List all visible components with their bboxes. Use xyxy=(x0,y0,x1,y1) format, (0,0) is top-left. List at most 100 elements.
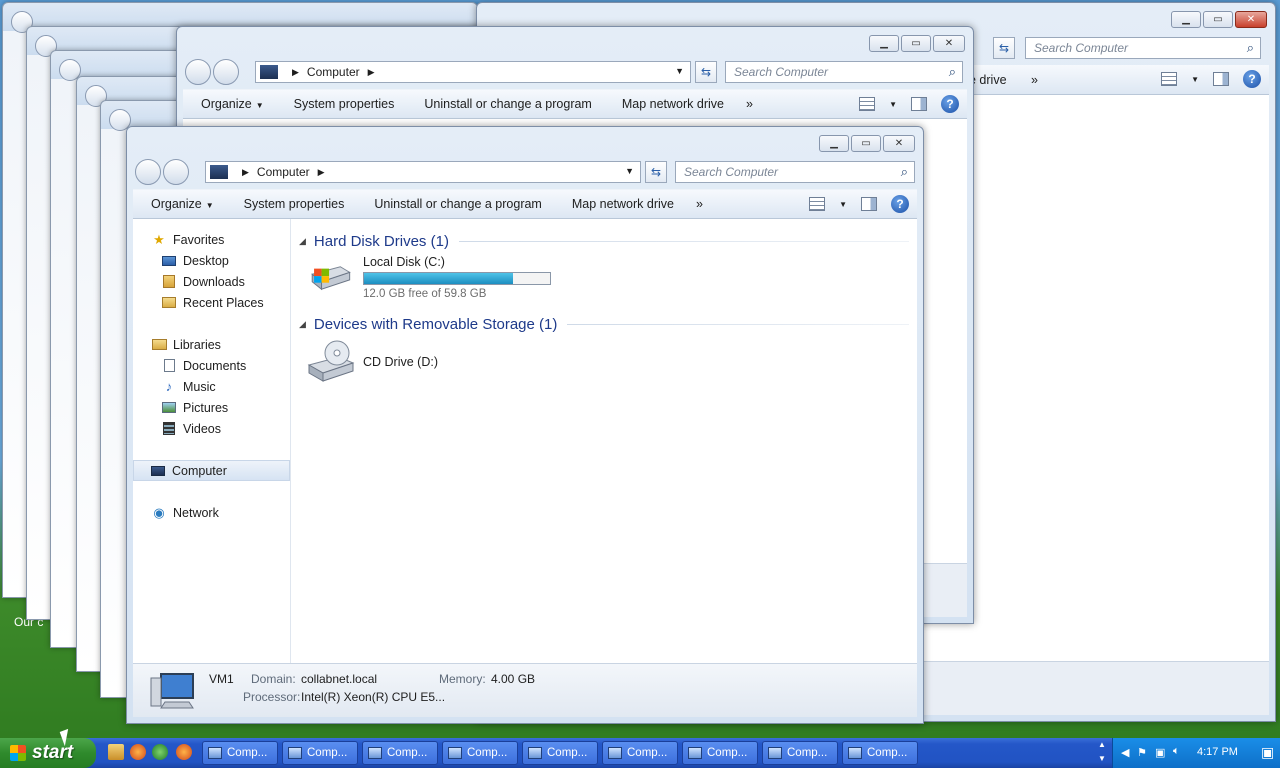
nav-item-documents[interactable]: Documents xyxy=(133,355,290,376)
collapse-icon[interactable]: ◢ xyxy=(299,236,306,247)
collapse-icon[interactable]: ◢ xyxy=(299,319,306,330)
task-button[interactable]: Comp... xyxy=(762,741,838,765)
close-button[interactable]: ✕ xyxy=(933,35,965,52)
preview-pane-icon[interactable] xyxy=(911,97,927,111)
help-icon[interactable]: ? xyxy=(1243,70,1261,88)
volume-icon[interactable]: 🔈︎ xyxy=(1173,745,1180,758)
view-options-icon[interactable] xyxy=(1161,72,1178,86)
task-button[interactable]: Comp... xyxy=(442,741,518,765)
nav-item-music[interactable]: ♪ Music xyxy=(133,376,290,397)
chevron-right-icon[interactable]: ▶ xyxy=(242,167,249,178)
map-network-drive-button[interactable]: Map network drive xyxy=(554,197,686,211)
forward-button[interactable] xyxy=(163,159,189,185)
browser-quicklaunch-icon[interactable] xyxy=(152,744,168,760)
drive-item-cd[interactable]: CD Drive (D:) xyxy=(307,339,507,385)
group-header-hard-disk[interactable]: ◢ Hard Disk Drives (1) xyxy=(299,231,909,251)
uninstall-program-button[interactable]: Uninstall or change a program xyxy=(356,197,553,211)
maximize-button[interactable]: ▭ xyxy=(901,35,931,52)
flag-icon[interactable]: ⚑ xyxy=(1137,746,1147,759)
close-button[interactable]: ✕ xyxy=(883,135,915,152)
preview-pane-icon[interactable] xyxy=(861,197,877,211)
minimize-button[interactable]: ▁ xyxy=(819,135,849,152)
map-drive-fragment[interactable]: e drive xyxy=(969,73,1007,87)
forward-button[interactable] xyxy=(213,59,239,85)
nav-item-libraries[interactable]: Libraries xyxy=(133,334,290,355)
refresh-icon[interactable]: ⇆ xyxy=(645,161,667,183)
search-icon[interactable]: ⌕ xyxy=(901,164,908,180)
nav-item-favorites[interactable]: ★ Favorites xyxy=(133,229,290,250)
clock[interactable]: 4:17 PM xyxy=(1197,746,1238,758)
task-button[interactable]: Comp... xyxy=(202,741,278,765)
nav-item-computer[interactable]: Computer xyxy=(133,460,290,481)
nav-item-recent-places[interactable]: Recent Places xyxy=(133,292,290,313)
search-placeholder: Search Computer xyxy=(734,65,829,79)
group-header-removable[interactable]: ◢ Devices with Removable Storage (1) xyxy=(299,314,909,334)
map-network-drive-button[interactable]: Map network drive xyxy=(604,97,736,111)
uninstall-program-button[interactable]: Uninstall or change a program xyxy=(406,97,603,111)
search-icon[interactable]: ⌕ xyxy=(1247,40,1254,56)
show-desktop-icon[interactable]: ▣ xyxy=(1261,744,1274,761)
address-bar[interactable]: ▶ Computer ▶ ▼ xyxy=(255,61,691,83)
computer-explorer-window[interactable]: ▁ ▭ ✕ ▶ Computer ▶ ▼ ⇆ Search Computer ⌕… xyxy=(126,126,924,724)
back-button[interactable] xyxy=(135,159,161,185)
help-icon[interactable]: ? xyxy=(941,95,959,113)
nav-item-downloads[interactable]: Downloads xyxy=(133,271,290,292)
more-commands-button[interactable]: » xyxy=(736,97,765,111)
nav-item-desktop[interactable]: Desktop xyxy=(133,250,290,271)
chevron-right-icon[interactable]: ▶ xyxy=(292,67,299,78)
nav-item-videos[interactable]: Videos xyxy=(133,418,290,439)
chevron-down-icon[interactable]: ▼ xyxy=(675,66,684,76)
address-bar[interactable]: ▶ Computer ▶ ▼ xyxy=(205,161,641,183)
maximize-button[interactable]: ▭ xyxy=(851,135,881,152)
firefox-quicklaunch-icon[interactable] xyxy=(130,744,146,760)
task-label: Comp... xyxy=(787,747,828,759)
system-properties-button[interactable]: System properties xyxy=(276,97,407,111)
refresh-icon[interactable]: ⇆ xyxy=(695,61,717,83)
chevron-down-icon[interactable]: ▼ xyxy=(1191,75,1199,84)
chevron-down-icon[interactable]: ▼ xyxy=(625,166,634,176)
chevron-down-icon[interactable]: ▼ xyxy=(889,100,897,109)
task-button[interactable]: Comp... xyxy=(682,741,758,765)
taskbar-scroll-down-icon[interactable]: ▼ xyxy=(1098,754,1106,763)
search-icon[interactable]: ⌕ xyxy=(949,64,956,80)
search-input[interactable]: Search Computer ⌕ xyxy=(675,161,915,183)
network-icon[interactable]: ▣ xyxy=(1155,746,1165,759)
drive-item-local-disk[interactable]: Local Disk (C:) 12.0 GB free of 59.8 GB xyxy=(307,255,557,300)
caption-buttons: ▁ ▭ ✕ xyxy=(819,135,915,152)
minimize-button[interactable]: ▁ xyxy=(869,35,899,52)
computer-icon xyxy=(368,747,382,759)
close-button[interactable]: ✕ xyxy=(1235,11,1267,28)
view-options-icon[interactable] xyxy=(809,197,826,211)
more-commands-button[interactable]: » xyxy=(1031,73,1038,87)
chevron-right-icon[interactable]: ▶ xyxy=(368,67,375,78)
refresh-icon[interactable]: ⇆ xyxy=(993,37,1015,59)
view-options-icon[interactable] xyxy=(859,97,876,111)
preview-pane-icon[interactable] xyxy=(1213,72,1229,86)
task-button[interactable]: Comp... xyxy=(282,741,358,765)
search-input[interactable]: Search Computer ⌕ xyxy=(1025,37,1261,59)
chevron-down-icon[interactable]: ▼ xyxy=(839,200,847,209)
task-button[interactable]: Comp... xyxy=(842,741,918,765)
search-input[interactable]: Search Computer ⌕ xyxy=(725,61,963,83)
back-button[interactable] xyxy=(185,59,211,85)
task-button[interactable]: Comp... xyxy=(362,741,438,765)
organize-button[interactable]: Organize ▼ xyxy=(133,197,226,211)
computer-icon xyxy=(848,747,862,759)
nav-item-network[interactable]: ◉ Network xyxy=(133,502,290,523)
help-icon[interactable]: ? xyxy=(891,195,909,213)
minimize-button[interactable]: ▁ xyxy=(1171,11,1201,28)
show-hidden-icons-icon[interactable]: ◀ xyxy=(1121,746,1129,759)
maximize-button[interactable]: ▭ xyxy=(1203,11,1233,28)
task-button[interactable]: Comp... xyxy=(602,741,678,765)
taskbar-scroll-up-icon[interactable]: ▲ xyxy=(1098,740,1106,749)
caption-buttons: ▁ ▭ ✕ xyxy=(1171,11,1267,28)
system-properties-button[interactable]: System properties xyxy=(226,197,357,211)
organize-button[interactable]: Organize ▼ xyxy=(183,97,276,111)
firefox-quicklaunch-icon[interactable] xyxy=(176,744,192,760)
start-button[interactable]: start xyxy=(0,738,96,768)
task-button[interactable]: Comp... xyxy=(522,741,598,765)
explorer-quicklaunch-icon[interactable] xyxy=(108,744,124,760)
more-commands-button[interactable]: » xyxy=(686,197,715,211)
chevron-right-icon[interactable]: ▶ xyxy=(318,167,325,178)
nav-item-pictures[interactable]: Pictures xyxy=(133,397,290,418)
